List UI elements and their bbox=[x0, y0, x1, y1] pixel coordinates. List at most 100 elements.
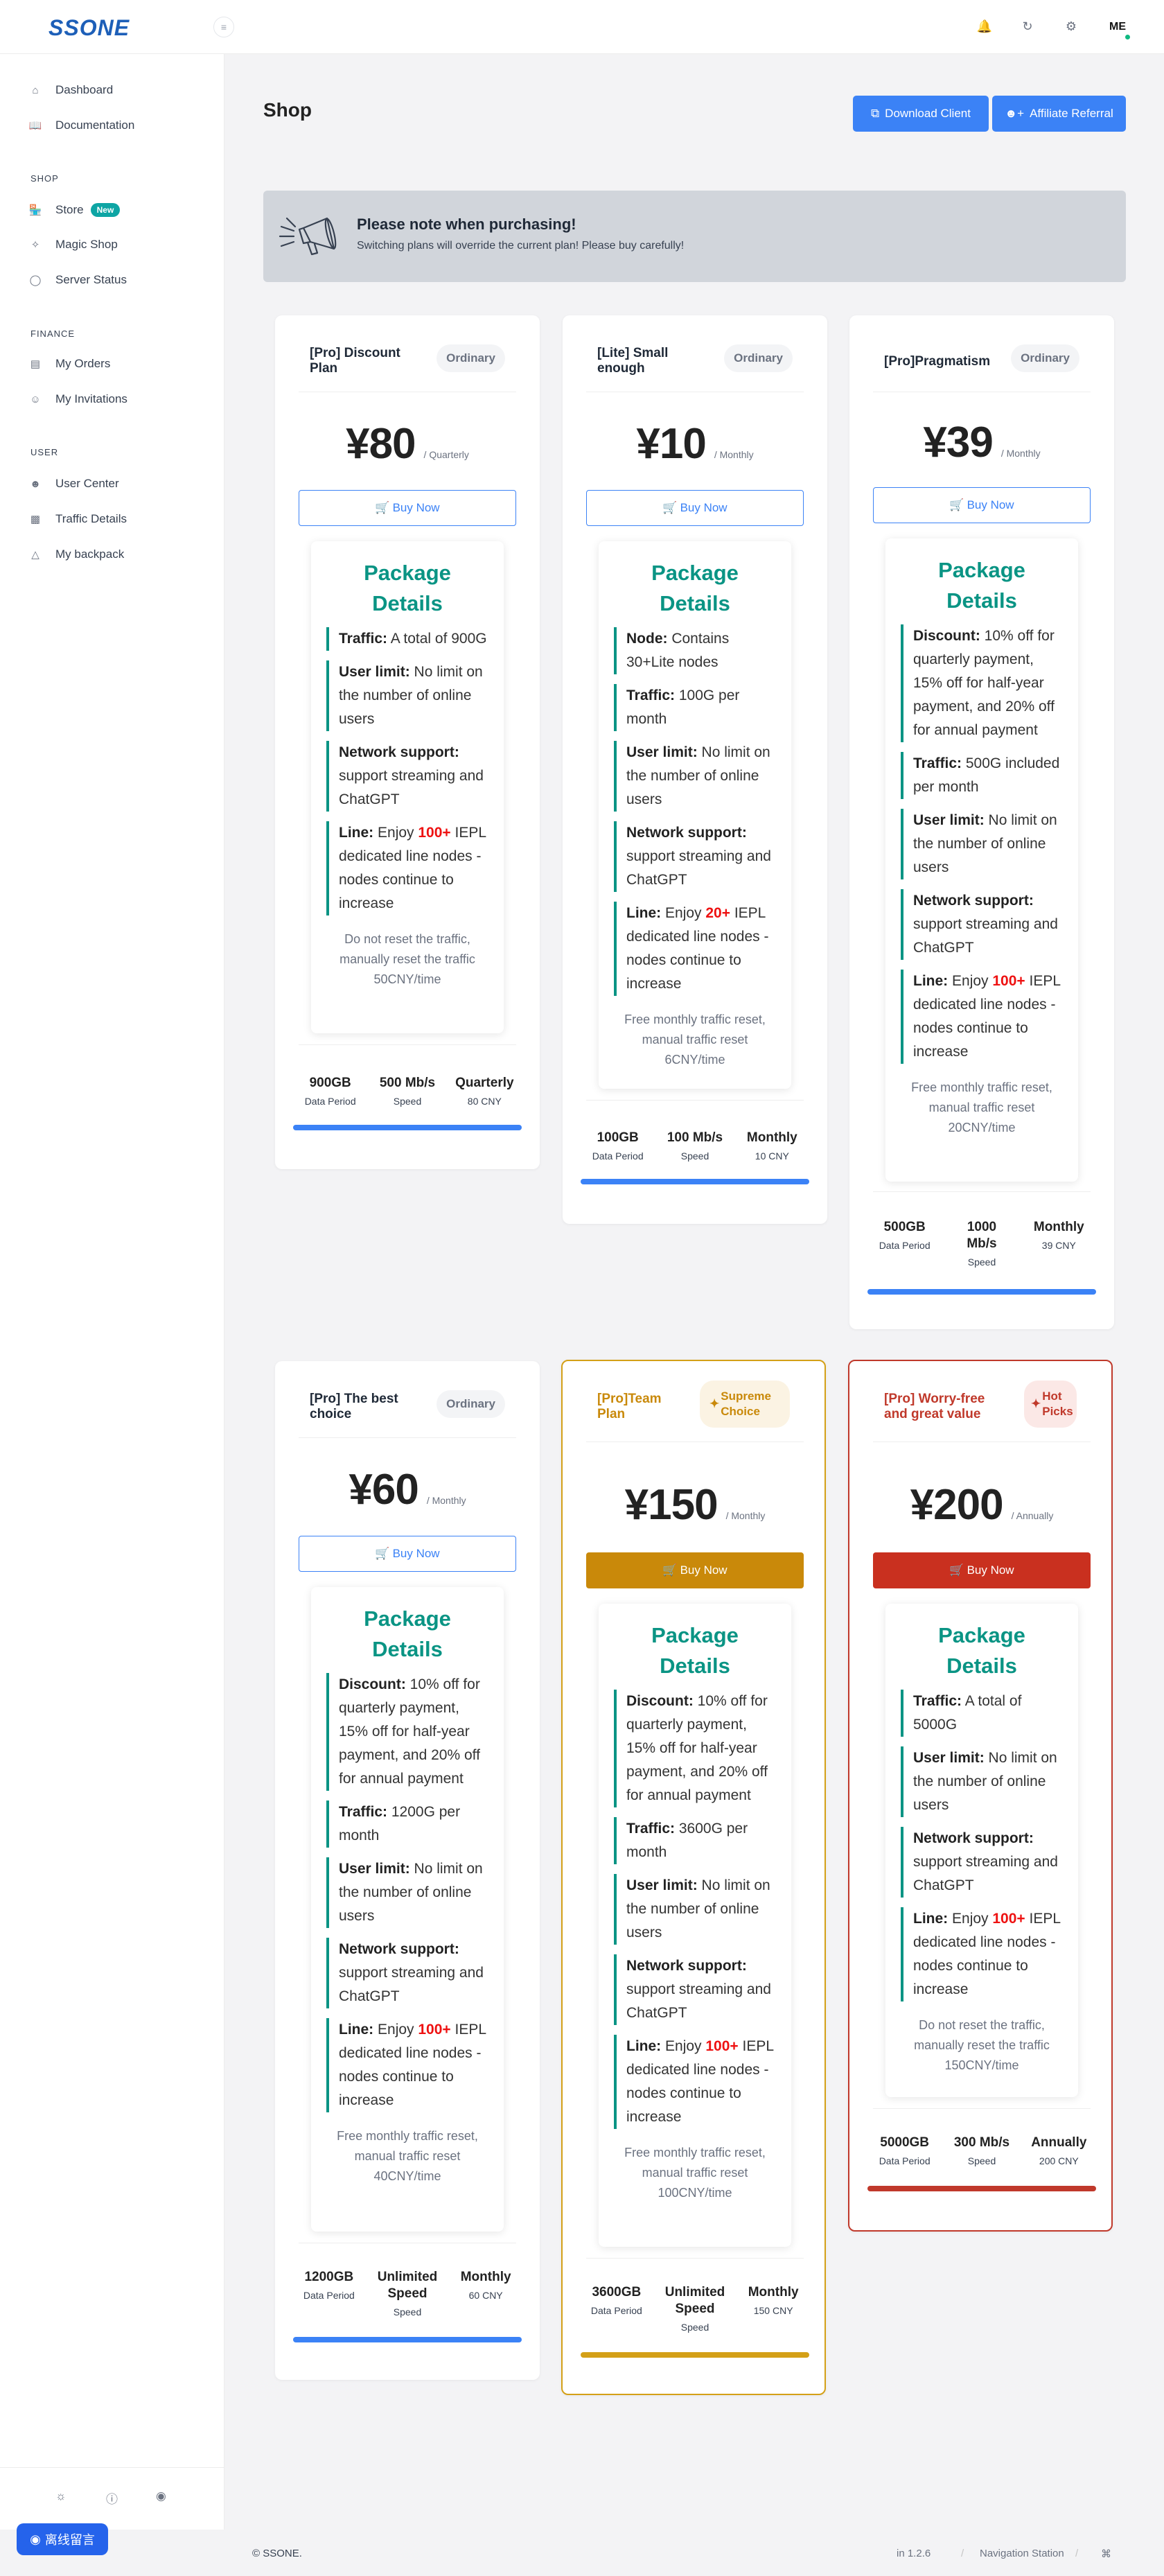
package-details: Package Details Discount: 10% off for qu… bbox=[885, 538, 1078, 1182]
feature-value: Enjoy bbox=[948, 1911, 993, 1927]
plan-stats: 500GB Data Period 1000 Mb/s Speed Monthly 3… bbox=[866, 1219, 1097, 1268]
feature-value: 10% off for quarterly payment, 15% off f… bbox=[339, 1676, 480, 1787]
refresh-icon[interactable]: ↻ bbox=[1016, 15, 1039, 37]
plan-stats: 100GB Data Period 100 Mb/s Speed Monthly 10… bbox=[579, 1130, 811, 1162]
footer-separator: / bbox=[961, 2548, 964, 2559]
buy-now-button[interactable]: 🛒 Buy Now bbox=[299, 490, 516, 526]
buy-now-button[interactable]: 🛒 Buy Now bbox=[586, 1552, 804, 1588]
plan-price: ¥80 / Quarterly bbox=[275, 419, 540, 468]
stat-data: 3600GB Data Period bbox=[579, 2284, 654, 2333]
buy-now-label: Buy Now bbox=[392, 501, 440, 514]
affiliate-referral-button[interactable]: ☻+ Affiliate Referral bbox=[992, 96, 1126, 132]
stat-label: Speed bbox=[393, 1096, 422, 1107]
cart-icon: 🛒 bbox=[662, 501, 678, 514]
sidebar-item-traffic-details[interactable]: ▩ Traffic Details bbox=[28, 505, 208, 533]
sidebar-item-my-invitations[interactable]: ☺ My Invitations bbox=[28, 385, 208, 413]
stat-label: Data Period bbox=[304, 1096, 356, 1107]
feature-key: Network support: bbox=[339, 1941, 459, 1957]
bell-icon[interactable]: 🔔 bbox=[973, 15, 996, 37]
feature-key: Traffic: bbox=[339, 631, 388, 647]
sidebar-item-label: Traffic Details bbox=[55, 512, 127, 525]
stat-value: Unlimited Speed bbox=[664, 2285, 725, 2316]
feature-key: User limit: bbox=[339, 1861, 410, 1877]
section-label-shop: SHOP bbox=[30, 173, 59, 184]
stat-data: 1200GB Data Period bbox=[292, 2269, 367, 2317]
sparkle-icon: ✦ bbox=[709, 1397, 720, 1410]
sidebar-item-store[interactable]: 🏪 Store New bbox=[28, 196, 208, 224]
package-details: Package Details Discount: 10% off for qu… bbox=[599, 1604, 791, 2247]
flag-icon[interactable]: ◉ bbox=[156, 2489, 166, 2503]
sidebar-item-my-orders[interactable]: ▤ My Orders bbox=[28, 350, 208, 378]
plan-price: ¥39 / Monthly bbox=[849, 418, 1114, 467]
feature-item: User limit: No limit on the number of on… bbox=[326, 1857, 488, 1928]
download-client-button[interactable]: ⧉ Download Client bbox=[853, 96, 989, 132]
version-label: in 1.2.6 bbox=[897, 2548, 931, 2559]
backpack-icon: △ bbox=[31, 549, 39, 561]
feature-item: Network support: support streaming and C… bbox=[901, 889, 1063, 960]
stat-value: Monthly bbox=[1033, 1220, 1084, 1234]
navigation-station-link[interactable]: Navigation Station bbox=[964, 2548, 1064, 2559]
feature-item: Node: Contains 30+Lite nodes bbox=[614, 627, 776, 674]
download-icon: ⧉ bbox=[871, 107, 880, 120]
stat-value: Monthly bbox=[460, 2270, 511, 2284]
book-icon: 📖 bbox=[28, 120, 42, 132]
package-details: Package Details Discount: 10% off for qu… bbox=[311, 1587, 504, 2232]
plan-price: ¥150 / Monthly bbox=[563, 1480, 827, 1530]
feature-value: Enjoy bbox=[373, 2022, 418, 2038]
buy-now-button[interactable]: 🛒 Buy Now bbox=[586, 490, 804, 526]
feature-item: Traffic: 100G per month bbox=[614, 684, 776, 731]
stat-speed: 1000 Mb/s Speed bbox=[943, 1219, 1020, 1268]
collapse-sidebar-button[interactable]: ≡ bbox=[213, 17, 234, 37]
feature-key: Line: bbox=[913, 1911, 949, 1927]
feature-item: Network support: support streaming and C… bbox=[614, 1954, 776, 2025]
sidebar-item-user-center[interactable]: ☻ User Center bbox=[28, 470, 208, 498]
sidebar-item-server-status[interactable]: ◯ Server Status bbox=[28, 266, 208, 294]
feature-item: Discount: 10% off for quarterly payment,… bbox=[901, 624, 1063, 742]
feature-key: Network support: bbox=[626, 1958, 747, 1974]
package-details: Package Details Traffic: A total of 5000… bbox=[885, 1604, 1078, 2097]
feature-key: Network support: bbox=[913, 1830, 1034, 1846]
price-period: / Monthly bbox=[1000, 448, 1041, 459]
buy-now-button[interactable]: 🛒 Buy Now bbox=[873, 1552, 1091, 1588]
offline-message-button[interactable]: ◉ 离线留言 bbox=[17, 2523, 108, 2555]
stat-value: 100GB bbox=[597, 1130, 639, 1145]
cart-icon: 🛒 bbox=[375, 501, 390, 514]
feature-key: Network support: bbox=[626, 825, 747, 841]
feature-highlight: 100+ bbox=[418, 825, 451, 841]
plan-card-featured: [Pro]Team Plan ✦ Supreme Choice ¥150 / Mon… bbox=[561, 1360, 826, 2395]
plan-stats: 5000GB Data Period 300 Mb/s Speed Annually… bbox=[866, 2135, 1097, 2166]
new-badge: New bbox=[90, 203, 121, 217]
plan-progress-bar bbox=[293, 1125, 522, 1130]
sidebar-item-my-backpack[interactable]: △ My backpack bbox=[28, 541, 208, 568]
price-amount: ¥150 bbox=[624, 1481, 718, 1529]
feature-key: Network support: bbox=[339, 744, 459, 760]
plan-tag: ✦ Hot Picks bbox=[1024, 1381, 1077, 1428]
online-status-dot bbox=[1124, 33, 1131, 41]
user-plus-icon: ☻+ bbox=[1005, 107, 1025, 120]
feature-key: User limit: bbox=[626, 744, 698, 760]
feature-value: support streaming and ChatGPT bbox=[626, 1981, 771, 2021]
user-icon: ☻ bbox=[30, 477, 41, 490]
price-period: / Monthly bbox=[426, 1495, 466, 1506]
feature-item: Line: Enjoy 100+ IEPL dedicated line nod… bbox=[326, 2018, 488, 2112]
feature-item: Network support: support streaming and C… bbox=[326, 741, 488, 812]
feature-item: User limit: No limit on the number of on… bbox=[326, 660, 488, 731]
sidebar-item-magic-shop[interactable]: ✧ Magic Shop bbox=[28, 231, 208, 259]
sidebar-item-dashboard[interactable]: ⌂ Dashboard bbox=[28, 76, 208, 104]
buy-now-button[interactable]: 🛒 Buy Now bbox=[299, 1536, 516, 1572]
sidebar-item-documentation[interactable]: 📖 Documentation bbox=[28, 112, 208, 139]
invitations-icon: ☺ bbox=[30, 393, 41, 405]
buy-now-button[interactable]: 🛒 Buy Now bbox=[873, 487, 1091, 523]
reset-note: Free monthly traffic reset, manual traff… bbox=[911, 1080, 1052, 1134]
feature-key: Traffic: bbox=[626, 687, 676, 703]
sun-icon[interactable]: ☼ bbox=[55, 2489, 67, 2503]
price-amount: ¥80 bbox=[346, 420, 416, 468]
feature-key: User limit: bbox=[339, 664, 410, 680]
logo[interactable]: SSONE bbox=[48, 15, 130, 41]
command-icon[interactable]: ⌘ bbox=[1101, 2548, 1111, 2560]
feature-item: User limit: No limit on the number of on… bbox=[901, 809, 1063, 879]
stat-data: 100GB Data Period bbox=[579, 1130, 656, 1162]
info-icon[interactable]: ⓘ bbox=[106, 2489, 118, 2507]
chat-icon: ◉ bbox=[30, 2532, 41, 2546]
settings-icon[interactable]: ⚙ bbox=[1060, 15, 1082, 37]
